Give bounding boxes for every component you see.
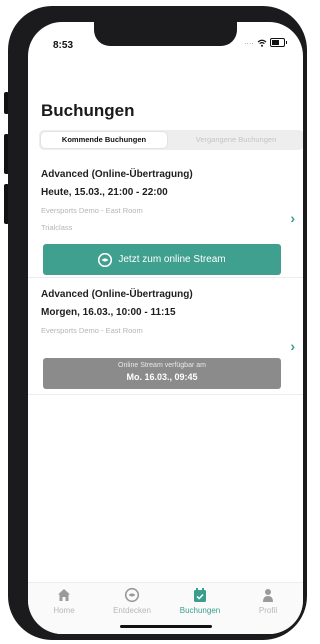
booking-title: Advanced (Online-Übertragung) xyxy=(41,169,193,180)
status-icons: .... xyxy=(244,38,287,47)
person-icon xyxy=(263,589,273,602)
eversports-logo-icon xyxy=(98,252,113,267)
stream-availability-date: Mo. 16.03., 09:45 xyxy=(126,372,198,382)
home-icon xyxy=(58,589,70,601)
wifi-icon xyxy=(257,39,267,47)
status-time: 8:53 xyxy=(53,40,74,51)
discover-icon xyxy=(124,587,140,603)
page-title: Buchungen xyxy=(41,101,135,120)
tab-bookings-label: Buchungen xyxy=(179,606,221,615)
phone-mockup: 8:53 .... Buchungen Kommende Buchungen V… xyxy=(0,0,315,644)
tab-discover[interactable]: Entdecken xyxy=(98,587,166,615)
booking-location: Eversports Demo - East Room xyxy=(41,326,143,335)
tab-discover-label: Entdecken xyxy=(113,606,151,615)
tab-profile[interactable]: Profil xyxy=(234,587,302,615)
online-stream-label: Jetzt zum online Stream xyxy=(118,254,226,265)
home-indicator[interactable] xyxy=(120,625,212,628)
signal-dots: .... xyxy=(244,39,254,46)
battery-icon xyxy=(270,38,287,47)
chevron-right-icon[interactable]: › xyxy=(290,210,295,226)
tab-upcoming-bookings[interactable]: Kommende Buchungen xyxy=(41,132,167,148)
tab-profile-label: Profil xyxy=(258,606,278,615)
tab-home[interactable]: Home xyxy=(30,587,98,615)
tab-bookings[interactable]: Buchungen xyxy=(166,587,234,615)
online-stream-button[interactable]: Jetzt zum online Stream xyxy=(43,244,281,275)
tab-home-label: Home xyxy=(53,606,75,615)
phone-frame: 8:53 .... Buchungen Kommende Buchungen V… xyxy=(8,6,307,640)
booking-segment-control: Kommende Buchungen Vergangene Buchungen xyxy=(39,130,303,150)
stream-availability-label: Online Stream verfügbar am xyxy=(118,362,206,369)
stream-availability-box: Online Stream verfügbar am Mo. 16.03., 0… xyxy=(43,358,281,389)
booking-item[interactable]: Advanced (Online-Übertragung) Morgen, 16… xyxy=(28,282,303,395)
booking-location: Eversports Demo - East Room xyxy=(41,206,143,215)
booking-datetime: Morgen, 16.03., 10:00 - 11:15 xyxy=(41,307,176,318)
booking-type: Trialclass xyxy=(41,223,73,232)
tab-past-bookings[interactable]: Vergangene Buchungen xyxy=(170,132,302,148)
booking-title: Advanced (Online-Übertragung) xyxy=(41,289,193,300)
notch xyxy=(94,22,237,46)
booking-item[interactable]: Advanced (Online-Übertragung) Heute, 15.… xyxy=(28,162,303,278)
calendar-check-icon xyxy=(194,588,206,602)
booking-datetime: Heute, 15.03., 21:00 - 22:00 xyxy=(41,187,168,198)
chevron-right-icon[interactable]: › xyxy=(290,338,295,354)
app-screen: 8:53 .... Buchungen Kommende Buchungen V… xyxy=(28,22,303,634)
